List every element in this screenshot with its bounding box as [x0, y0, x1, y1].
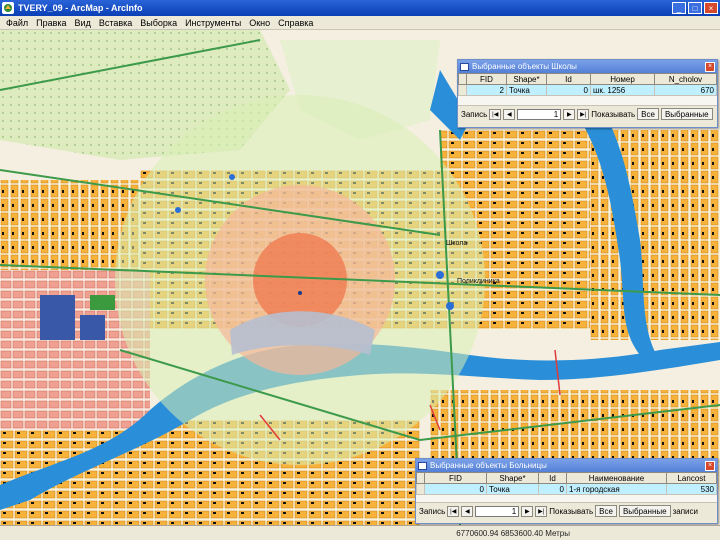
menu-edit[interactable]: Правка — [36, 18, 66, 28]
clinic-point — [446, 302, 454, 310]
first-record-button[interactable]: |◀ — [489, 108, 502, 120]
hospitals-panel-title: Выбранные объекты Больницы — [430, 461, 547, 470]
record-number-field[interactable]: 1 — [517, 108, 562, 120]
records-label: записи — [672, 506, 698, 516]
cell-lancost: 530 — [666, 483, 717, 495]
menu-view[interactable]: Вид — [75, 18, 91, 28]
record-number-field[interactable]: 1 — [475, 505, 520, 517]
prev-record-button[interactable]: ◀ — [461, 505, 474, 517]
show-selected-button[interactable]: Выбранные — [660, 108, 713, 120]
schools-nav: Запись |◀ ◀ 1 ▶ ▶| Показывать Все Выбран… — [458, 106, 717, 122]
menu-help[interactable]: Справка — [278, 18, 313, 28]
show-label: Показывать — [549, 506, 594, 516]
table-row[interactable]: 0 Точка 0 1-я городская 530 — [416, 483, 717, 495]
col-header-shape[interactable]: Shape* — [486, 472, 539, 484]
first-record-button[interactable]: |◀ — [447, 505, 460, 517]
schools-panel-title: Выбранные объекты Школы — [472, 62, 577, 71]
table-row[interactable]: 2 Точка 0 шк. 1256 670 — [458, 84, 717, 96]
row-selector[interactable] — [458, 84, 467, 96]
col-header-id[interactable]: Id — [538, 472, 567, 484]
industrial-blue-1 — [40, 295, 75, 340]
last-record-button[interactable]: ▶| — [535, 505, 548, 517]
status-bar: 6770600.94 6853600.40 Метры — [0, 525, 720, 540]
center-point — [298, 291, 302, 295]
menu-window[interactable]: Окно — [249, 18, 270, 28]
menu-selection[interactable]: Выборка — [140, 18, 177, 28]
cell-n-cholov: 670 — [654, 84, 717, 96]
schools-attribute-panel: Выбранные объекты Школы × FID Shape* Id … — [457, 59, 718, 128]
show-selected-button[interactable]: Выбранные — [618, 505, 671, 517]
next-record-button[interactable]: ▶ — [521, 505, 534, 517]
prev-record-button[interactable]: ◀ — [503, 108, 516, 120]
hospitals-nav: Запись |◀ ◀ 1 ▶ ▶| Показывать Все Выбран… — [416, 503, 717, 519]
hospitals-table: FID Shape* Id Наименование Lancost 0 Точ… — [416, 472, 717, 495]
table-empty-area — [416, 495, 717, 503]
cell-fid: 0 — [424, 483, 487, 495]
cell-number: шк. 1256 — [590, 84, 655, 96]
map-label-school: Школа — [446, 240, 468, 247]
cell-name: 1-я городская — [566, 483, 667, 495]
menu-insert[interactable]: Вставка — [99, 18, 132, 28]
school-point — [436, 271, 444, 279]
show-label: Показывать — [591, 109, 636, 119]
row-selector[interactable] — [416, 483, 425, 495]
col-header-shape[interactable]: Shape* — [506, 73, 547, 85]
hospitals-attribute-panel: Выбранные объекты Больницы × FID Shape* … — [415, 458, 718, 524]
show-all-button[interactable]: Все — [595, 505, 617, 517]
col-header-number[interactable]: Номер — [590, 73, 655, 85]
schools-panel-titlebar[interactable]: Выбранные объекты Школы × — [458, 60, 717, 73]
show-all-button[interactable]: Все — [637, 108, 659, 120]
last-record-button[interactable]: ▶| — [577, 108, 590, 120]
schools-table: FID Shape* Id Номер N_cholov 2 Точка 0 ш… — [458, 73, 717, 96]
map-label-clinic: Поликлиника — [457, 278, 500, 285]
cell-shape: Точка — [506, 84, 547, 96]
col-header-name[interactable]: Наименование — [566, 472, 667, 484]
table-empty-area — [458, 96, 717, 106]
coordinate-readout: 6770600.94 6853600.40 Метры — [456, 528, 570, 538]
row-selector-header — [416, 472, 425, 484]
col-header-id[interactable]: Id — [546, 73, 591, 85]
col-header-fid[interactable]: FID — [466, 73, 507, 85]
industrial-green — [90, 295, 115, 310]
record-label: Запись — [461, 109, 488, 119]
menu-bar: Файл Правка Вид Вставка Выборка Инструме… — [0, 16, 720, 30]
cell-id: 0 — [546, 84, 591, 96]
industrial-blue-2 — [80, 315, 105, 340]
close-icon[interactable]: × — [705, 460, 715, 471]
col-header-n-cholov[interactable]: N_cholov — [654, 73, 717, 85]
next-record-button[interactable]: ▶ — [563, 108, 576, 120]
row-selector-header — [458, 73, 467, 85]
col-header-fid[interactable]: FID — [424, 472, 487, 484]
table-icon — [460, 62, 469, 71]
close-icon[interactable]: × — [705, 61, 715, 72]
minimize-button[interactable]: _ — [672, 2, 686, 14]
cell-shape: Точка — [486, 483, 539, 495]
maximize-button[interactable]: □ — [688, 2, 702, 14]
arcmap-icon — [2, 2, 14, 14]
menu-file[interactable]: Файл — [6, 18, 28, 28]
record-label: Запись — [419, 506, 446, 516]
table-icon — [418, 461, 427, 470]
point-feature — [229, 174, 235, 180]
cell-id: 0 — [538, 483, 567, 495]
title-bar: TVERY_09 - ArcMap - ArcInfo _ □ × — [0, 0, 720, 16]
point-feature — [175, 207, 181, 213]
cell-fid: 2 — [466, 84, 507, 96]
close-button[interactable]: × — [704, 2, 718, 14]
menu-tools[interactable]: Инструменты — [185, 18, 241, 28]
col-header-lancost[interactable]: Lancost — [666, 472, 717, 484]
hospitals-panel-titlebar[interactable]: Выбранные объекты Больницы × — [416, 459, 717, 472]
window-title: TVERY_09 - ArcMap - ArcInfo — [18, 3, 143, 13]
